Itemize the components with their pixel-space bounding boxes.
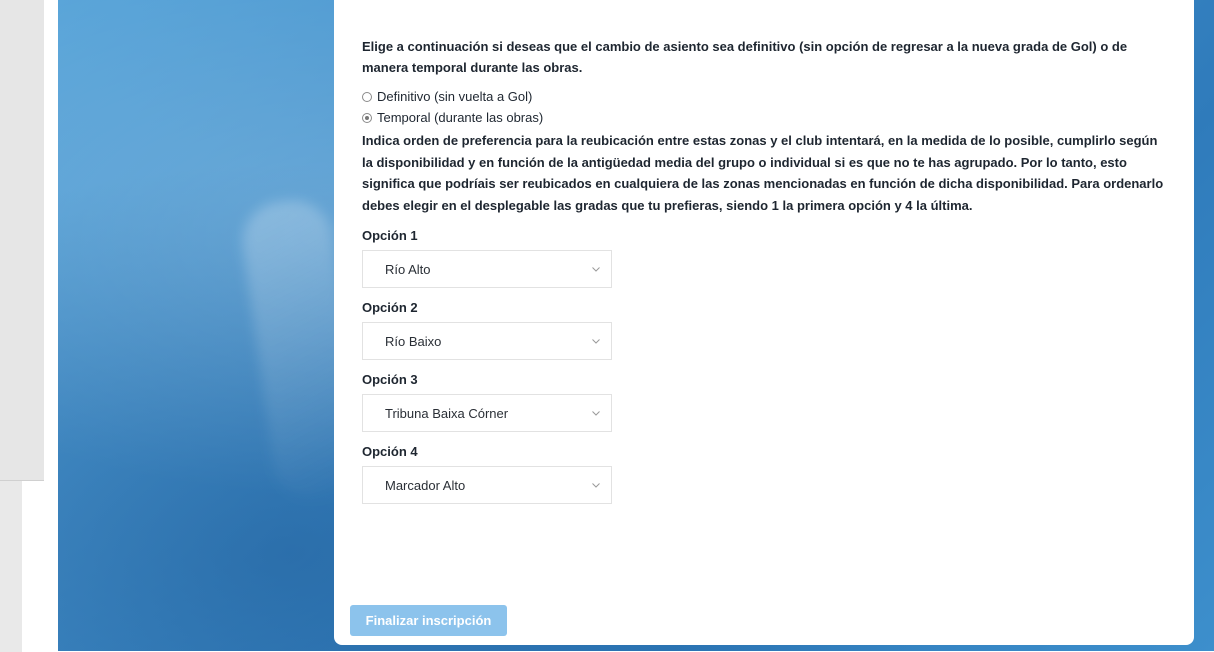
option-2-value: Río Baixo — [385, 333, 442, 349]
radio-label-temporal: Temporal (durante las obras) — [377, 110, 544, 125]
chevron-down-icon — [591, 336, 601, 346]
form-card: Elige a continuación si deseas que el ca… — [334, 0, 1194, 645]
sidebar-white-block — [0, 480, 44, 652]
option-3-select[interactable]: Tribuna Baixa Córner — [362, 394, 612, 432]
chevron-down-icon — [591, 264, 601, 274]
option-4-label: Opción 4 — [362, 444, 418, 459]
left-sidebar-strip — [0, 0, 44, 652]
option-1-label: Opción 1 — [362, 228, 418, 243]
option-3-label: Opción 3 — [362, 372, 418, 387]
finalize-registration-button[interactable]: Finalizar inscripción — [350, 605, 507, 636]
option-2-select[interactable]: Río Baixo — [362, 322, 612, 360]
option-4-value: Marcador Alto — [385, 477, 466, 493]
sidebar-gray-block — [0, 0, 44, 480]
radio-definitivo[interactable]: Definitivo (sin vuelta a Gol) — [362, 86, 1168, 107]
option-group-3: Opción 3 Tribuna Baixa Córner — [362, 370, 1168, 432]
option-group-1: Opción 1 Río Alto — [362, 226, 1168, 288]
option-3-value: Tribuna Baixa Córner — [385, 405, 509, 421]
option-1-value: Río Alto — [385, 261, 431, 277]
radio-button-definitivo[interactable] — [362, 91, 372, 102]
radio-button-temporal[interactable] — [362, 112, 372, 123]
option-4-select[interactable]: Marcador Alto — [362, 466, 612, 504]
option-group-4: Opción 4 Marcador Alto — [362, 442, 1168, 504]
preference-instructions: Indica orden de preferencia para la reub… — [362, 133, 1164, 213]
intro-text: Elige a continuación si deseas que el ca… — [362, 39, 1128, 75]
chevron-down-icon — [591, 480, 601, 490]
radio-temporal[interactable]: Temporal (durante las obras) — [362, 107, 1168, 128]
radio-label-definitivo: Definitivo (sin vuelta a Gol) — [377, 89, 533, 104]
chevron-down-icon — [591, 408, 601, 418]
option-1-select[interactable]: Río Alto — [362, 250, 612, 288]
option-2-label: Opción 2 — [362, 300, 418, 315]
option-group-2: Opción 2 Río Baixo — [362, 298, 1168, 360]
